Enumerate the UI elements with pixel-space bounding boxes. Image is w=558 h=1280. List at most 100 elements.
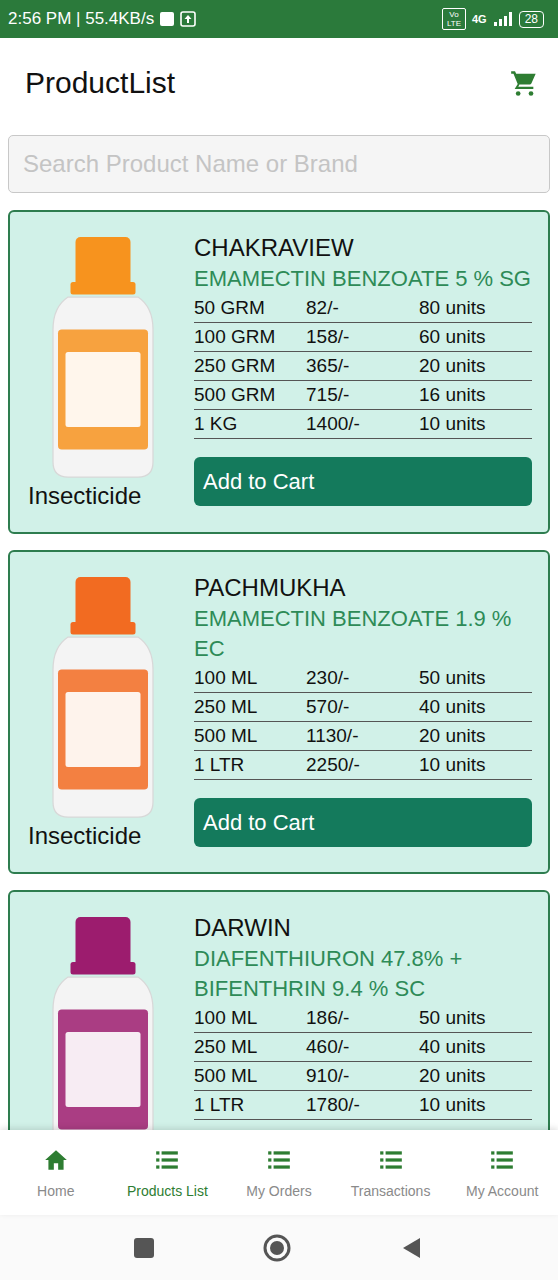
pack-price: 2250/- [306, 751, 419, 779]
nav-item[interactable]: Home [0, 1130, 112, 1215]
pack-row: 100 ML230/-50 units [194, 664, 532, 693]
app-header: ProductList [0, 38, 558, 128]
pack-price: 1130/- [306, 722, 419, 750]
signal-icon [493, 11, 513, 27]
pack-size: 1 LTR [194, 751, 306, 779]
pack-row: 1 LTR2250/-10 units [194, 751, 532, 780]
product-image [28, 572, 178, 822]
pack-price: 365/- [306, 352, 419, 380]
pack-size: 1 KG [194, 410, 306, 438]
bottom-nav: Home Products List My Orders Transactions My… [0, 1130, 558, 1215]
pack-table: 50 GRM82/-80 units100 GRM158/-60 units25… [194, 294, 532, 439]
nav-label: My Orders [246, 1183, 311, 1199]
product-image [28, 912, 178, 1130]
system-nav-bar [0, 1215, 558, 1280]
page-title: ProductList [25, 66, 175, 100]
pack-units: 80 units [419, 294, 532, 322]
pack-size: 500 GRM [194, 381, 306, 409]
add-to-cart-button[interactable]: Add to Cart [194, 798, 532, 847]
pack-units: 50 units [419, 664, 532, 692]
pack-size: 250 GRM [194, 352, 306, 380]
home-button-icon[interactable] [262, 1233, 292, 1263]
back-icon[interactable] [400, 1236, 424, 1260]
pack-units: 10 units [419, 1091, 532, 1119]
product-name: PACHMUKHA [194, 572, 532, 604]
home-icon [43, 1147, 69, 1173]
pack-units: 10 units [419, 751, 532, 779]
status-bar: 2:56 PM | 55.4KB/sVo LTE4G28 [0, 0, 558, 38]
list-icon [266, 1147, 292, 1173]
product-card: Insecticide PACHMUKHAEMAMECTIN BENZOATE 1… [8, 550, 550, 874]
nav-label: Transactions [351, 1183, 431, 1199]
pack-row: 500 ML910/-20 units [194, 1062, 532, 1091]
pack-units: 50 units [419, 1004, 532, 1032]
pack-units: 40 units [419, 1033, 532, 1061]
product-category: Insecticide [28, 822, 141, 856]
pack-units: 20 units [419, 1062, 532, 1090]
pack-size: 100 GRM [194, 323, 306, 351]
pack-size: 500 ML [194, 722, 306, 750]
status-time: 2:56 PM | 55.4KB/s [8, 9, 154, 29]
list-icon [378, 1147, 404, 1173]
volte-label: Vo LTE [442, 8, 466, 30]
pack-units: 10 units [419, 410, 532, 438]
product-card: DARWINDIAFENTHIURON 47.8% + BIFENTHRIN 9… [8, 890, 550, 1130]
pack-size: 1 LTR [194, 1091, 306, 1119]
product-name: DARWIN [194, 912, 532, 944]
nav-label: Products List [127, 1183, 208, 1199]
notification-icon [160, 12, 174, 26]
pack-price: 460/- [306, 1033, 419, 1061]
pack-size: 500 ML [194, 1062, 306, 1090]
pack-row: 100 GRM158/-60 units [194, 323, 532, 352]
pack-price: 1400/- [306, 410, 419, 438]
pack-size: 250 ML [194, 693, 306, 721]
product-technical-name: DIAFENTHIURON 47.8% + BIFENTHRIN 9.4 % S… [194, 944, 532, 1004]
battery-icon: 28 [519, 11, 544, 28]
pack-units: 40 units [419, 693, 532, 721]
nav-label: Home [37, 1183, 74, 1199]
product-name: CHAKRAVIEW [194, 232, 532, 264]
pack-row: 500 ML1130/-20 units [194, 722, 532, 751]
pack-row: 100 ML186/-50 units [194, 1004, 532, 1033]
pack-size: 250 ML [194, 1033, 306, 1061]
product-technical-name: EMAMECTIN BENZOATE 5 % SG [194, 264, 532, 294]
nav-item[interactable]: My Account [446, 1130, 558, 1215]
pack-size: 100 ML [194, 664, 306, 692]
pack-price: 82/- [306, 294, 419, 322]
pack-row: 500 GRM715/-16 units [194, 381, 532, 410]
cart-icon[interactable] [510, 69, 538, 97]
pack-price: 570/- [306, 693, 419, 721]
product-list: InsecticideCHAKRAVIEWEMAMECTIN BENZOATE … [0, 128, 558, 1130]
pack-row: 250 ML460/-40 units [194, 1033, 532, 1062]
pack-price: 230/- [306, 664, 419, 692]
search-input[interactable] [8, 135, 550, 193]
pack-row: 250 ML570/-40 units [194, 693, 532, 722]
pack-size: 100 ML [194, 1004, 306, 1032]
pack-table: 100 ML230/-50 units250 ML570/-40 units50… [194, 664, 532, 780]
pack-units: 60 units [419, 323, 532, 351]
pack-table: 100 ML186/-50 units250 ML460/-40 units50… [194, 1004, 532, 1120]
pack-size: 50 GRM [194, 294, 306, 322]
pack-price: 1780/- [306, 1091, 419, 1119]
add-to-cart-button[interactable]: Add to Cart [194, 457, 532, 506]
pack-row: 250 GRM365/-20 units [194, 352, 532, 381]
pack-price: 715/- [306, 381, 419, 409]
nav-item[interactable]: Products List [112, 1130, 224, 1215]
product-card: Insecticide CHAKRAVIEWEMAMECTIN BENZOATE … [8, 210, 550, 534]
pack-price: 186/- [306, 1004, 419, 1032]
pack-price: 158/- [306, 323, 419, 351]
app-screen: 2:56 PM | 55.4KB/sVo LTE4G28ProductListI… [0, 0, 558, 1280]
upload-icon [180, 11, 196, 27]
product-image [28, 232, 178, 482]
nav-item[interactable]: My Orders [223, 1130, 335, 1215]
product-technical-name: EMAMECTIN BENZOATE 1.9 % EC [194, 604, 532, 664]
pack-row: 1 LTR1780/-10 units [194, 1091, 532, 1120]
pack-row: 50 GRM82/-80 units [194, 294, 532, 323]
recents-icon[interactable] [134, 1238, 154, 1258]
product-category: Insecticide [28, 482, 141, 516]
pack-units: 20 units [419, 722, 532, 750]
list-icon [489, 1147, 515, 1173]
pack-price: 910/- [306, 1062, 419, 1090]
pack-units: 20 units [419, 352, 532, 380]
nav-item[interactable]: Transactions [335, 1130, 447, 1215]
